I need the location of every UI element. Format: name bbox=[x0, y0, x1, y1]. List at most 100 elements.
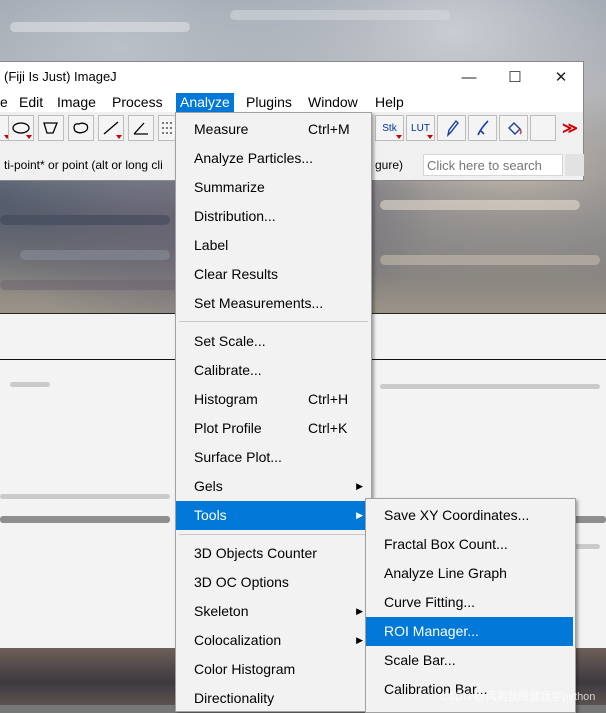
maximize-icon: ☐ bbox=[508, 69, 522, 86]
submenu-arrow-icon: ▶ bbox=[356, 481, 363, 491]
menu-item-calibrate[interactable]: Calibrate... bbox=[176, 356, 371, 385]
menu-item-surface-plot[interactable]: Surface Plot... bbox=[176, 443, 371, 472]
item-label: Save XY Coordinates... bbox=[384, 507, 530, 523]
double-chevron-icon: ≫ bbox=[562, 120, 578, 137]
pencil-icon bbox=[446, 119, 459, 137]
menu-item-clear-results[interactable]: Clear Results bbox=[176, 260, 371, 289]
item-label: 3D Objects Counter bbox=[194, 545, 317, 561]
more-tools-button[interactable]: ≫ bbox=[558, 115, 582, 141]
stk-label: Stk bbox=[382, 122, 397, 134]
point-tool[interactable] bbox=[158, 115, 176, 141]
brush-icon bbox=[476, 120, 489, 136]
item-label: Colocalization bbox=[194, 632, 282, 648]
menu-item-analyze-particles[interactable]: Analyze Particles... bbox=[176, 144, 371, 173]
oval-icon bbox=[12, 122, 30, 134]
item-label: Curve Fitting... bbox=[384, 594, 476, 610]
item-label: Surface Plot... bbox=[194, 449, 282, 465]
item-label: Analyze Particles... bbox=[194, 150, 314, 166]
menu-item-color-histogram[interactable]: Color Histogram bbox=[176, 655, 371, 684]
menu-item-histogram[interactable]: Histogram Ctrl+H bbox=[176, 385, 371, 414]
menu-separator bbox=[179, 534, 368, 535]
item-label: ROI Manager... bbox=[384, 623, 479, 639]
oval-tool[interactable] bbox=[8, 115, 34, 141]
item-label: Scale Bar... bbox=[384, 652, 456, 668]
menu-item-scale-bar[interactable]: Scale Bar... bbox=[366, 646, 573, 675]
maximize-button[interactable]: ☐ bbox=[492, 62, 538, 92]
freehand-tool[interactable] bbox=[68, 115, 94, 141]
item-label: Measure bbox=[194, 121, 249, 137]
pencil-tool[interactable] bbox=[437, 115, 466, 141]
polygon-icon bbox=[43, 122, 58, 134]
flood-fill-tool[interactable] bbox=[499, 115, 528, 141]
menu-item-measure[interactable]: Measure Ctrl+M bbox=[176, 115, 371, 144]
menu-item-3d-objects-counter[interactable]: 3D Objects Counter bbox=[176, 539, 371, 568]
menu-item-set-measurements[interactable]: Set Measurements... bbox=[176, 289, 371, 318]
menu-item-analyze-line-graph[interactable]: Analyze Line Graph bbox=[366, 559, 573, 588]
item-label: Clear Results bbox=[194, 266, 279, 282]
item-label: Set Measurements... bbox=[194, 295, 324, 311]
analyze-menu: Measure Ctrl+M Analyze Particles... Summa… bbox=[175, 112, 372, 712]
menu-item-tools[interactable]: Tools ▶ bbox=[176, 501, 371, 530]
item-shortcut: Ctrl+K bbox=[308, 420, 348, 436]
lut-tool[interactable]: LUT bbox=[406, 115, 435, 141]
item-label: Label bbox=[194, 237, 229, 253]
menu-item-colocalization[interactable]: Colocalization ▶ bbox=[176, 626, 371, 655]
menu-item-directionality[interactable]: Directionality bbox=[176, 684, 371, 713]
watermark-text: CSDN @风到我嗯健我学python bbox=[440, 691, 596, 703]
freehand-icon bbox=[73, 122, 89, 134]
submenu-arrow-icon: ▶ bbox=[356, 510, 363, 520]
menu-item-plot-profile[interactable]: Plot Profile Ctrl+K bbox=[176, 414, 371, 443]
brush-tool[interactable] bbox=[468, 115, 497, 141]
minimize-icon: — bbox=[461, 68, 477, 86]
item-label: Directionality bbox=[194, 690, 275, 706]
menu-item-curve-fitting[interactable]: Curve Fitting... bbox=[366, 588, 573, 617]
item-label: Color Histogram bbox=[194, 661, 296, 677]
empty-tool-slot bbox=[530, 115, 556, 141]
menu-process[interactable]: Process bbox=[108, 93, 167, 112]
item-label: Gels bbox=[194, 478, 223, 494]
tools-submenu: Save XY Coordinates... Fractal Box Count… bbox=[365, 498, 576, 713]
item-label: 3D OC Options bbox=[194, 574, 289, 590]
menu-item-label[interactable]: Label bbox=[176, 231, 371, 260]
item-label: Skeleton bbox=[194, 603, 249, 619]
item-label: Calibrate... bbox=[194, 362, 262, 378]
menu-item-skeleton[interactable]: Skeleton ▶ bbox=[176, 597, 371, 626]
menu-bar: e Edit Image Process Analyze Plugins Win… bbox=[0, 92, 583, 112]
menu-item-save-xy-coordinates[interactable]: Save XY Coordinates... bbox=[366, 501, 573, 530]
search-input[interactable] bbox=[423, 154, 563, 176]
menu-analyze[interactable]: Analyze bbox=[176, 93, 234, 112]
item-shortcut: Ctrl+M bbox=[308, 121, 350, 137]
menu-edit[interactable]: Edit bbox=[15, 93, 47, 112]
item-label: Histogram bbox=[194, 391, 258, 407]
window-title: (Fiji Is Just) ImageJ bbox=[4, 69, 117, 84]
menu-item-set-scale[interactable]: Set Scale... bbox=[176, 327, 371, 356]
point-icon bbox=[162, 122, 172, 134]
bucket-icon bbox=[507, 122, 522, 135]
menu-item-fractal-box-count[interactable]: Fractal Box Count... bbox=[366, 530, 573, 559]
menu-image[interactable]: Image bbox=[53, 93, 100, 112]
menu-item-summarize[interactable]: Summarize bbox=[176, 173, 371, 202]
menu-item-3d-oc-options[interactable]: 3D OC Options bbox=[176, 568, 371, 597]
angle-icon bbox=[133, 122, 148, 135]
line-tool[interactable] bbox=[98, 115, 124, 141]
menu-item-gels[interactable]: Gels ▶ bbox=[176, 472, 371, 501]
item-label: Distribution... bbox=[194, 208, 276, 224]
lut-label: LUT bbox=[411, 122, 430, 134]
stack-tool[interactable]: Stk bbox=[375, 115, 404, 141]
menu-item-roi-manager[interactable]: ROI Manager... bbox=[366, 617, 573, 646]
menu-plugins[interactable]: Plugins bbox=[242, 93, 296, 112]
menu-window[interactable]: Window bbox=[304, 93, 362, 112]
menu-item-distribution[interactable]: Distribution... bbox=[176, 202, 371, 231]
angle-tool[interactable] bbox=[128, 115, 154, 141]
title-bar: (Fiji Is Just) ImageJ — ☐ ✕ bbox=[0, 62, 583, 92]
menu-help[interactable]: Help bbox=[371, 93, 408, 112]
item-label: Analyze Line Graph bbox=[384, 565, 507, 581]
polygon-tool[interactable] bbox=[38, 115, 64, 141]
menu-file[interactable]: e bbox=[0, 93, 12, 112]
search-button[interactable] bbox=[565, 154, 584, 176]
close-button[interactable]: ✕ bbox=[538, 62, 584, 92]
submenu-arrow-icon: ▶ bbox=[356, 635, 363, 645]
item-shortcut: Ctrl+H bbox=[308, 391, 349, 407]
item-label: Summarize bbox=[194, 179, 265, 195]
minimize-button[interactable]: — bbox=[446, 62, 492, 92]
